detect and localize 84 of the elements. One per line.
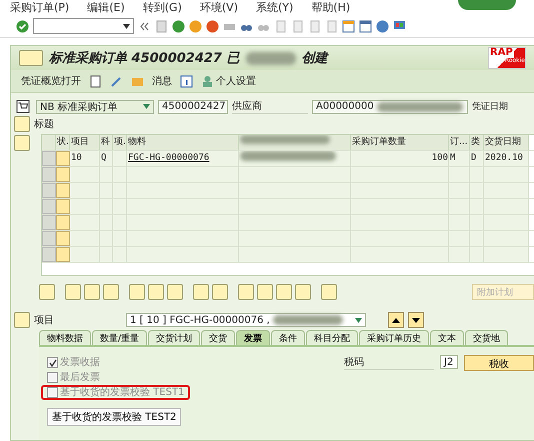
table-cell: Q: [100, 151, 113, 166]
column-header[interactable]: 科: [100, 135, 113, 150]
row-selector[interactable]: [42, 199, 56, 214]
status-cell: [56, 231, 70, 246]
redacted-blur: [246, 52, 296, 64]
page-icon[interactable]: [291, 20, 304, 32]
item-dropdown[interactable]: 1 [ 10 ] FGC-HG-00000076 ,: [126, 313, 366, 327]
tab[interactable]: 数量/重量: [92, 330, 148, 345]
pencil-icon[interactable]: [110, 74, 123, 88]
previous-item-button[interactable]: [388, 312, 404, 328]
confirm-icon[interactable]: [16, 20, 29, 32]
messages-button[interactable]: 消息: [152, 74, 172, 88]
settings-button[interactable]: 个人设置: [216, 74, 256, 88]
vendor-label: 供应商: [232, 99, 308, 114]
page-icon[interactable]: [308, 20, 321, 32]
triangle-down-icon[interactable]: [412, 318, 420, 322]
tax-code-label: 税码: [344, 355, 434, 370]
status-cell: [56, 183, 70, 198]
table-cell: 100: [351, 151, 449, 166]
page-icon[interactable]: [274, 20, 287, 32]
column-header[interactable]: 物料: [127, 135, 239, 150]
test-button[interactable]: 基于收货的发票校验 TEST2: [47, 408, 182, 426]
table-cell: 10: [70, 151, 100, 166]
status-cell: [56, 247, 70, 262]
info-icon[interactable]: [180, 74, 193, 88]
menu-item[interactable]: 帮助(H): [311, 0, 350, 15]
tab[interactable]: 发票: [236, 330, 270, 345]
tax-button[interactable]: 税收: [464, 355, 534, 371]
window-title: 标准采购订单 4500002427 已: [49, 50, 240, 67]
tab[interactable]: 采购订单历史: [359, 330, 430, 345]
redacted-blur: [272, 315, 343, 325]
po-number-field[interactable]: 4500002427: [158, 100, 228, 114]
overview-button[interactable]: 凭证概览打开: [21, 74, 81, 88]
table-cell: M: [449, 151, 470, 166]
tab[interactable]: 科目分配: [306, 330, 358, 345]
document-type-dropdown[interactable]: NB 标准采购订单: [36, 100, 154, 114]
date-label: 凭证日期: [472, 100, 508, 113]
row-selector[interactable]: [42, 215, 56, 230]
person-icon[interactable]: [201, 74, 214, 88]
column-header[interactable]: 交货日期: [484, 135, 529, 150]
tab[interactable]: 交货地: [465, 330, 508, 345]
menu-item[interactable]: 转到(G): [142, 0, 182, 15]
cart-icon[interactable]: [14, 100, 32, 113]
tax-code-field[interactable]: J2: [440, 355, 458, 369]
table-cell[interactable]: FGC-HG-00000076: [127, 151, 239, 166]
status-cell: [56, 215, 70, 230]
tab[interactable]: 交货: [201, 330, 236, 345]
checkmark-icon: [48, 358, 56, 366]
window-title-suffix: 创建: [302, 50, 328, 67]
triangle-up-icon[interactable]: [392, 318, 400, 322]
item-label: 项目: [34, 314, 55, 327]
next-item-button[interactable]: [408, 312, 424, 328]
tab[interactable]: 文本: [430, 330, 464, 345]
dropdown-arrow-icon[interactable]: [123, 24, 130, 28]
row-selector[interactable]: [42, 231, 56, 246]
status-cell: [56, 167, 70, 182]
page-icon[interactable]: [325, 20, 338, 32]
column-header[interactable]: 类: [470, 135, 484, 150]
tab[interactable]: 条件: [271, 330, 306, 345]
column-header[interactable]: 项目: [70, 135, 100, 150]
row-selector[interactable]: [42, 167, 56, 182]
table-cell: D: [470, 151, 484, 166]
menu-item[interactable]: 采购订单(P): [10, 0, 70, 15]
tab[interactable]: 物料数据: [39, 330, 91, 345]
menu-item[interactable]: 环境(V): [200, 0, 238, 15]
column-header[interactable]: 订...: [449, 135, 470, 150]
status-cell: [56, 151, 70, 166]
menu-item[interactable]: 编辑(E): [87, 0, 125, 15]
window-icon[interactable]: [359, 20, 372, 32]
status-cell: [56, 199, 70, 214]
section-title: 标题: [34, 118, 54, 131]
tab[interactable]: 交货计划: [148, 330, 200, 345]
row-selector[interactable]: [42, 151, 56, 166]
column-header[interactable]: 项.: [113, 135, 127, 150]
row-selector[interactable]: [42, 247, 56, 262]
column-header[interactable]: [239, 135, 351, 150]
column-header[interactable]: 采购订单数量: [351, 135, 449, 150]
column-header[interactable]: 状.: [56, 135, 70, 150]
menu-item[interactable]: 系统(Y): [256, 0, 294, 15]
vendor-field[interactable]: A00000000: [312, 100, 468, 114]
row-selector[interactable]: [42, 183, 56, 198]
window-icon[interactable]: [342, 20, 355, 32]
table-cell: 2020.10: [484, 151, 529, 166]
command-field[interactable]: [33, 18, 134, 34]
